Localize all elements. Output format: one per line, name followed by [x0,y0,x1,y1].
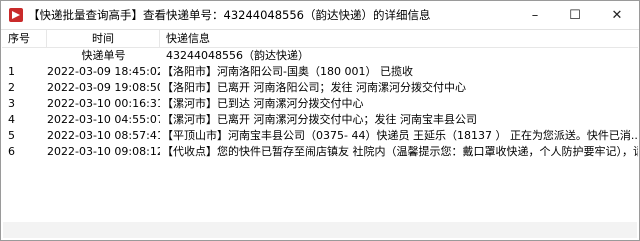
row-seq: 1 [8,65,15,78]
app-icon [9,8,23,22]
row-seq: 6 [8,145,15,158]
tracking-number-value: 43244048556（韵达快递） [166,49,309,62]
tracking-number-label: 快递单号 [81,49,126,62]
table-row[interactable]: 6 2022-03-10 09:08:12 【代收点】您的快件已暂存至闹店镇友 … [2,144,638,160]
row-info: 【平顶山市】河南宝丰县公司（0375- 44）快递员 王延乐（18137 ） 正… [162,129,638,142]
row-seq: 2 [8,81,15,94]
maximize-button[interactable]: ☐ [555,1,595,29]
tracking-table: 序号 时间 快递信息 快递单号 43244048556（韵达快递） 1 2022… [2,30,638,239]
row-info: 【漯河市】已到达 河南漯河分拨交付中心 [162,97,364,110]
title-bar: 【快递批量查询高手】查看快递单号：43244048556（韵达快递）的详细信息 … [1,1,639,30]
table-row[interactable]: 1 2022-03-09 18:45:02 【洛阳市】河南洛阳公司-国奥（180… [2,64,638,80]
table-row[interactable]: 4 2022-03-10 04:55:07 【漯河市】已离开 河南漯河分拨交付中… [2,112,638,128]
row-time: 2022-03-10 09:08:12 [47,145,160,158]
row-info: 【漯河市】已离开 河南漯河分拨交付中心；发往 河南宝丰县公司 [162,113,477,126]
window-title: 【快递批量查询高手】查看快递单号：43244048556（韵达快递）的详细信息 [28,8,431,22]
minimize-button[interactable]: – [515,1,555,29]
row-info: 【洛阳市】已离开 河南洛阳公司；发往 河南漯河分拨交付中心 [162,81,466,94]
row-info: 【代收点】您的快件已暂存至闹店镇友 社院内（温馨提示您：戴口罩收快递，个人防护要… [162,145,638,158]
table-row[interactable]: 2 2022-03-09 19:08:50 【洛阳市】已离开 河南洛阳公司；发往… [2,80,638,96]
horizontal-scrollbar[interactable] [3,222,637,238]
row-seq: 5 [8,129,15,142]
row-time: 2022-03-09 18:45:02 [47,65,160,78]
row-info: 【洛阳市】河南洛阳公司-国奥（180 001） 已揽收 [162,65,413,78]
header-time[interactable]: 时间 [47,30,160,47]
row-time: 2022-03-09 19:08:50 [47,81,160,94]
header-info[interactable]: 快递信息 [160,30,638,47]
tracking-number-row[interactable]: 快递单号 43244048556（韵达快递） [2,48,638,64]
detail-window: 【快递批量查询高手】查看快递单号：43244048556（韵达快递）的详细信息 … [0,0,640,241]
row-seq: 3 [8,97,15,110]
close-button[interactable]: ✕ [595,1,639,29]
row-time: 2022-03-10 08:57:41 [47,129,160,142]
row-time: 2022-03-10 00:16:31 [47,97,160,110]
table-header: 序号 时间 快递信息 [2,30,638,48]
row-seq: 4 [8,113,15,126]
row-time: 2022-03-10 04:55:07 [47,113,160,126]
table-row[interactable]: 5 2022-03-10 08:57:41 【平顶山市】河南宝丰县公司（0375… [2,128,638,144]
summary-seq [2,48,47,64]
header-seq[interactable]: 序号 [2,30,47,47]
table-row[interactable]: 3 2022-03-10 00:16:31 【漯河市】已到达 河南漯河分拨交付中… [2,96,638,112]
